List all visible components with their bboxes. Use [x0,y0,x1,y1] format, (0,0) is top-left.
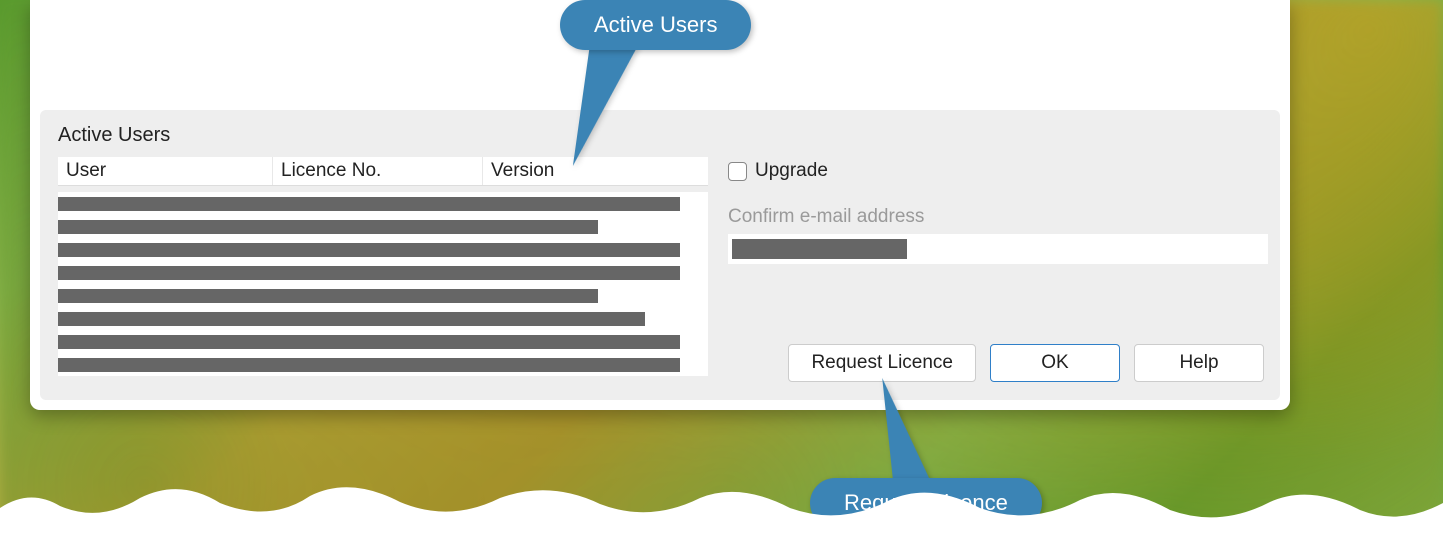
table-body [58,186,708,382]
upgrade-checkbox[interactable] [728,162,747,181]
table-row[interactable] [58,192,708,215]
confirm-email-label: Confirm e-mail address [728,206,1268,228]
confirm-email-input[interactable] [728,234,1268,264]
torn-edge-decoration [0,468,1443,538]
redacted-cell [58,312,645,326]
redacted-cell [58,220,598,234]
callout-active-users: Active Users [560,0,751,50]
ok-button[interactable]: OK [990,344,1120,382]
table-row[interactable] [58,330,708,353]
redacted-cell [58,335,680,349]
redacted-cell [58,358,680,372]
upgrade-row: Upgrade [728,160,1268,182]
table-row[interactable] [58,215,708,238]
table-row[interactable] [58,261,708,284]
request-licence-button[interactable]: Request Licence [788,344,976,382]
redacted-cell [58,289,598,303]
table-row[interactable] [58,307,708,330]
table-row[interactable] [58,353,708,376]
table-row[interactable] [58,284,708,307]
table-row[interactable] [58,238,708,261]
redacted-cell [58,243,680,257]
email-redacted-value [732,239,907,259]
redacted-cell [58,266,680,280]
dialog-body: Active Users User Licence No. Version Up… [40,110,1280,400]
column-header-licence[interactable]: Licence No. [273,157,483,185]
redacted-cell [58,197,680,211]
button-row: Request Licence OK Help [728,344,1268,382]
licence-dialog: Active Users User Licence No. Version Up… [30,0,1290,410]
active-users-table: User Licence No. Version [58,157,708,382]
column-header-user[interactable]: User [58,157,273,185]
upgrade-label: Upgrade [755,160,828,182]
form-section: Upgrade Confirm e-mail address Request L… [728,124,1268,382]
help-button[interactable]: Help [1134,344,1264,382]
